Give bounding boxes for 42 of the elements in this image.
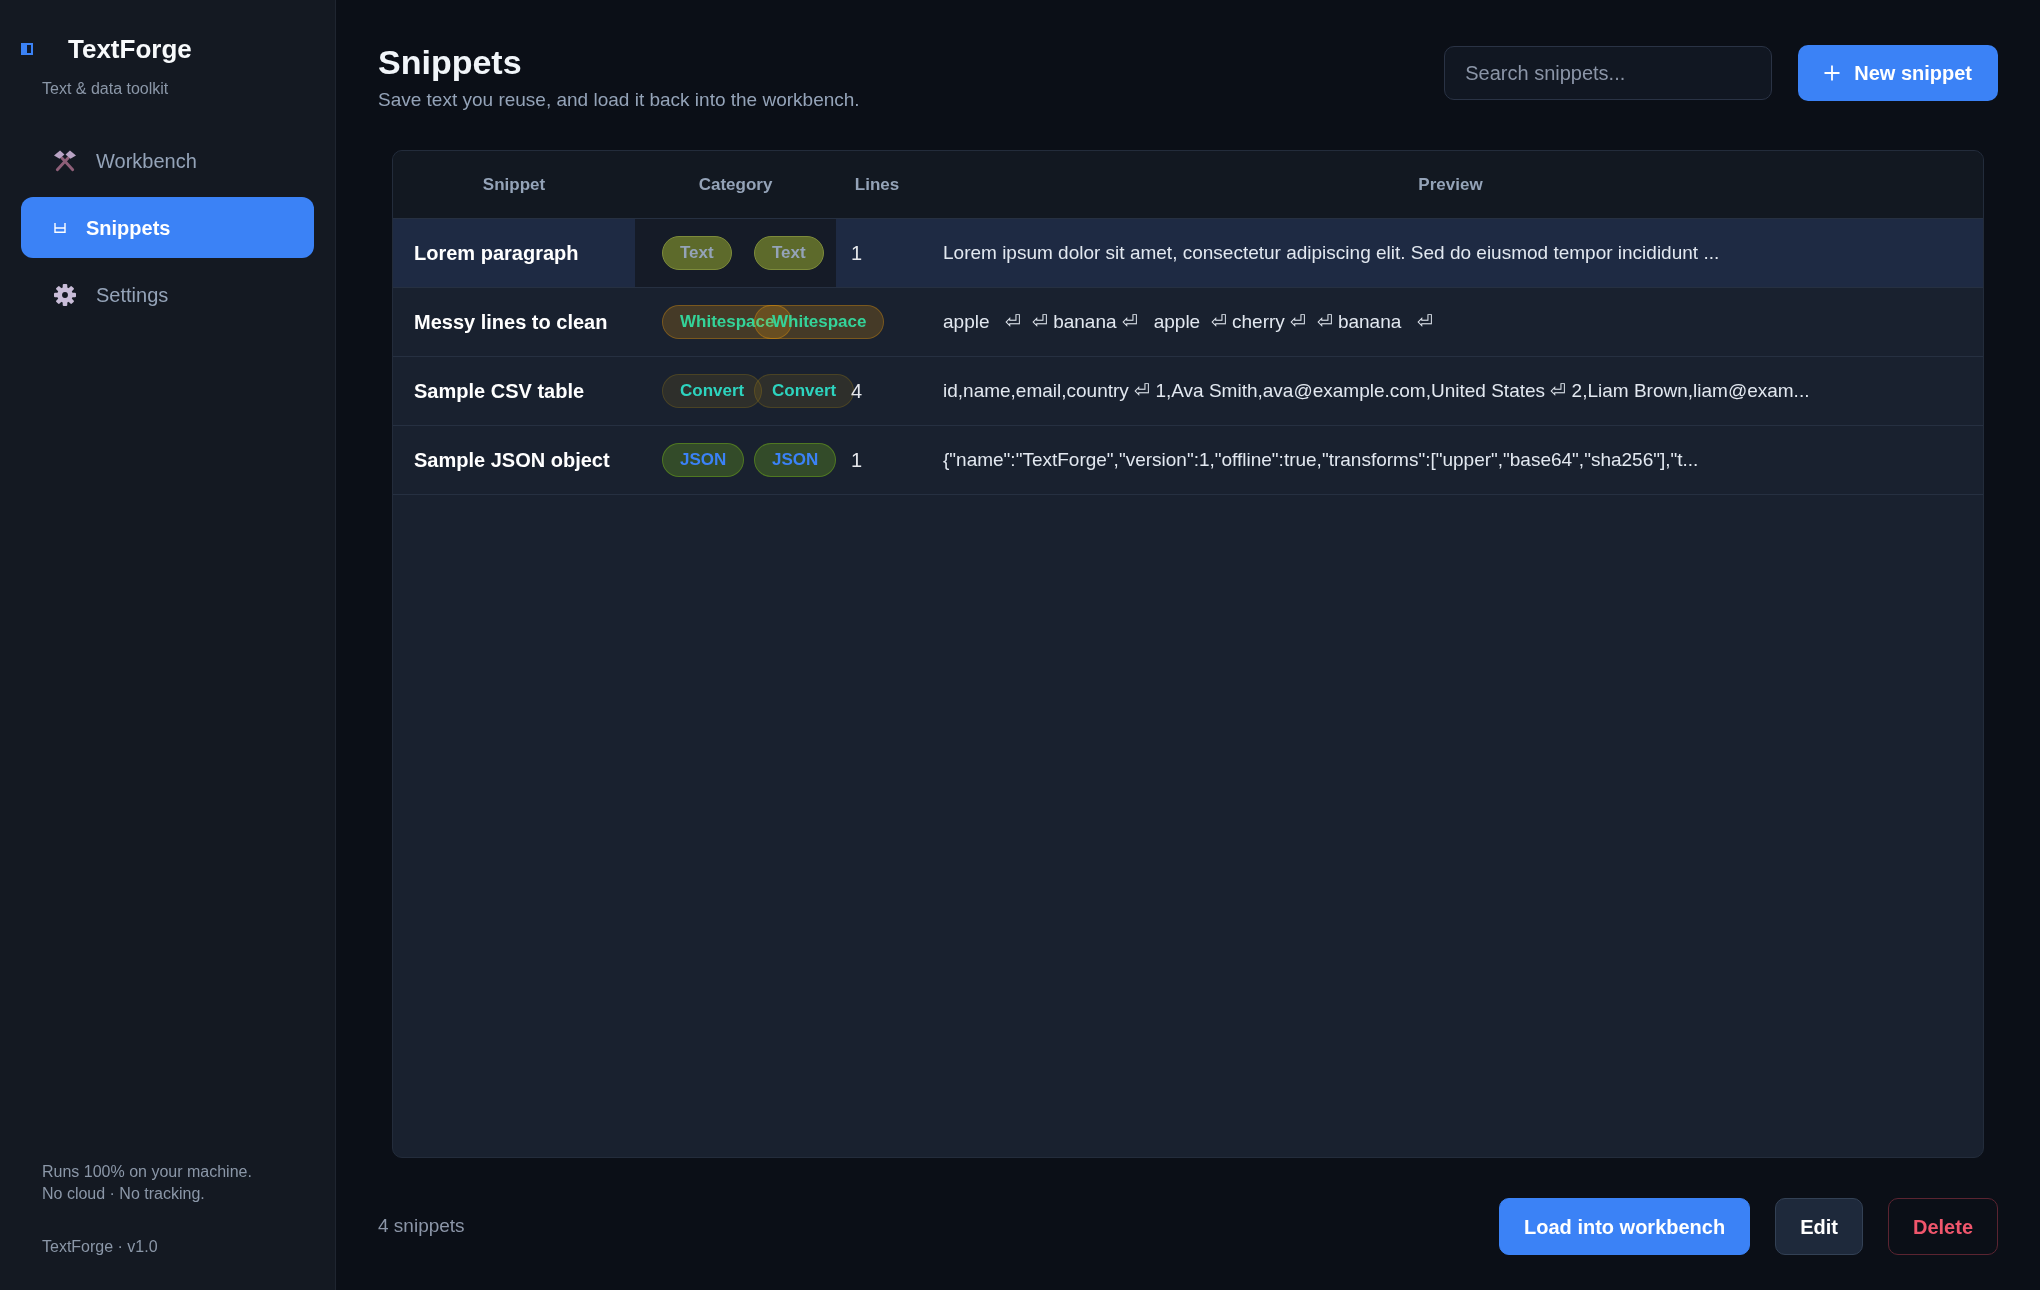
footnote-line: No cloud · No tracking. xyxy=(42,1184,205,1204)
snippet-row[interactable]: Messy lines to clean WhitespaceWhitespace apple ⏎ ⏎ banana ⏎ apple ⏎ cherry ⏎ ⏎ banana ⏎ xyxy=(393,288,1983,357)
load-button[interactable]: Load into workbench xyxy=(1499,1198,1751,1255)
snippet-row[interactable]: Sample JSON object JSON JSON 1 {"name":"TextForge","version":1,"offline":true,"transforms":["upper","base64","sha256"],"t... xyxy=(393,426,1983,495)
crossed-hammers-icon xyxy=(54,149,76,172)
category-tag: Text xyxy=(754,236,824,270)
nav-item[interactable]: Workbench xyxy=(21,130,314,191)
nav-item[interactable]: Snippets xyxy=(21,197,314,258)
logo-icon xyxy=(21,43,33,55)
delete-button[interactable]: Delete xyxy=(1887,1198,1998,1255)
gear-icon xyxy=(54,283,76,306)
snippet-name: Sample CSV table xyxy=(414,379,585,404)
column-header: Category xyxy=(698,173,773,196)
page-title: Snippets xyxy=(378,42,522,82)
page-subtitle: Save text you reuse, and load it back into the workbench. xyxy=(378,88,860,112)
snippet-preview: Lorem ipsum dolor sit amet, consectetur adipiscing elit. Sed do eiusmod tempor incididunt ... xyxy=(943,240,1720,265)
edit-button[interactable]: Edit xyxy=(1775,1198,1863,1255)
line-count: 1 xyxy=(851,241,863,266)
category-tag: JSON xyxy=(662,443,745,477)
new-snippet-button[interactable]: New snippet xyxy=(1798,45,1998,101)
ladder-icon xyxy=(54,222,66,233)
snippet-count: 4 snippets xyxy=(378,1214,465,1239)
snippet-preview: {"name":"TextForge","version":1,"offline":true,"transforms":["upper","base64","sha256"],"t... xyxy=(943,447,1699,472)
search-field[interactable]: Search snippets... xyxy=(1444,46,1773,100)
snippet-name: Sample JSON object xyxy=(414,448,610,473)
footnote-line: Runs 100% on your machine. xyxy=(42,1162,252,1182)
line-count: 1 xyxy=(851,448,863,473)
snippet-preview: apple ⏎ ⏎ banana ⏎ apple ⏎ cherry ⏎ ⏎ banana ⏎ xyxy=(943,309,1434,334)
snippet-row[interactable]: Lorem paragraph Text Text 1 Lorem ipsum dolor sit amet, consectetur adipiscing elit. Sed do eiusmod tempor incididunt ... xyxy=(393,219,1983,288)
snippet-name: Lorem paragraph xyxy=(414,241,579,266)
app-tagline: Text & data toolkit xyxy=(42,79,169,99)
column-header: Lines xyxy=(854,173,900,196)
plus-icon xyxy=(1824,65,1841,81)
snippet-preview: id,name,email,country ⏎ 1,Ava Smith,ava@example.com,United States ⏎ 2,Liam Brown,liam@exam... xyxy=(943,378,1810,403)
column-header: Snippet xyxy=(482,173,546,196)
snippet-name: Messy lines to clean xyxy=(414,310,608,335)
column-header: Preview xyxy=(1418,173,1483,196)
version-label: TextForge · v1.0 xyxy=(42,1237,158,1257)
category-tag: JSON xyxy=(754,443,837,477)
nav-item[interactable]: Settings xyxy=(21,264,314,325)
app-title: TextForge xyxy=(68,34,192,64)
category-tag: Text xyxy=(662,236,732,270)
